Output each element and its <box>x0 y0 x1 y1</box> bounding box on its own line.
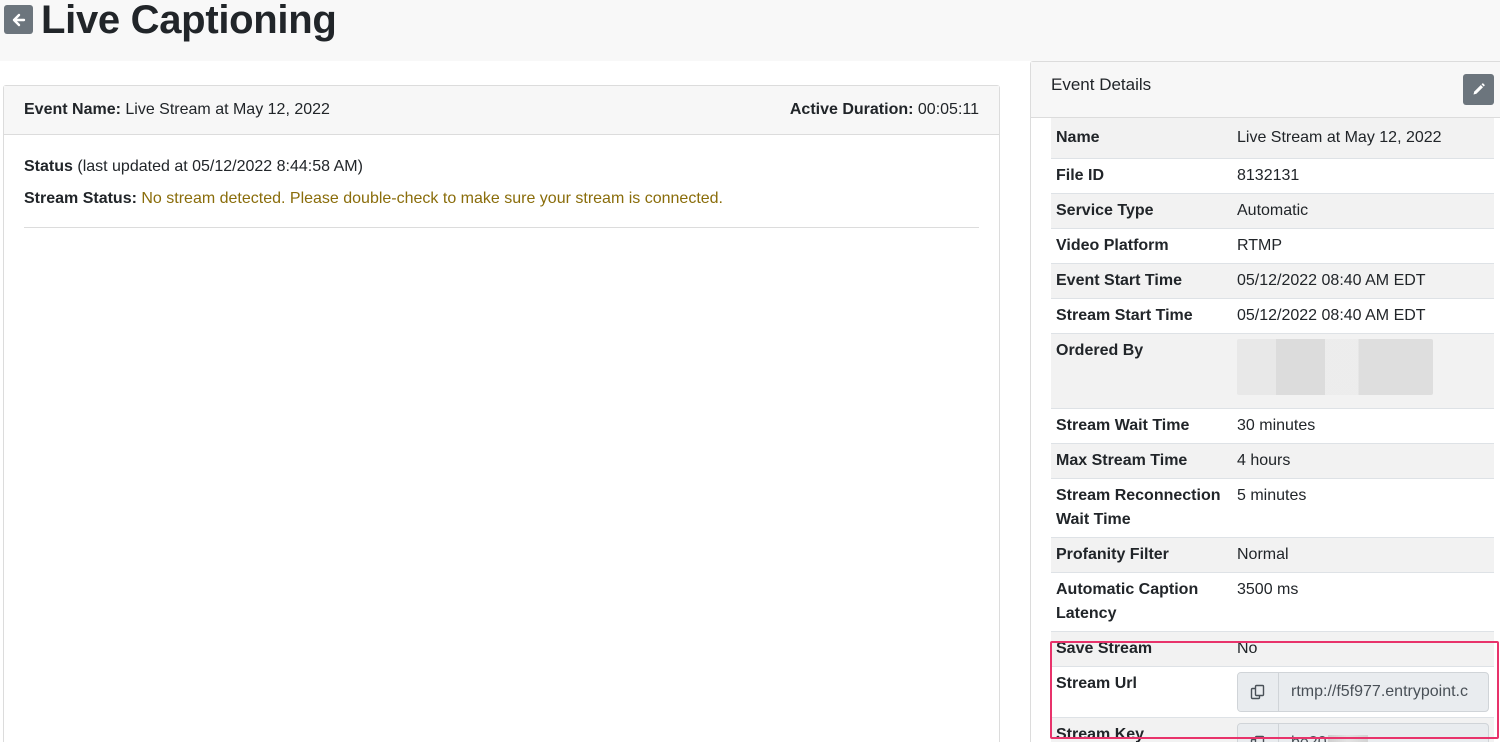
detail-label: Name <box>1051 118 1232 159</box>
detail-row-profanity-filter: Profanity Filter Normal <box>1051 537 1494 573</box>
event-details-title: Event Details <box>1051 75 1152 94</box>
detail-label: Automatic Caption Latency <box>1051 572 1232 632</box>
stream-url-input[interactable]: rtmp://f5f977.entrypoint.c <box>1279 673 1488 711</box>
detail-value: RTMP <box>1232 228 1494 264</box>
detail-value: 4 hours <box>1232 443 1494 479</box>
detail-row-ordered-by: Ordered By <box>1051 333 1494 409</box>
status-line: Status (last updated at 05/12/2022 8:44:… <box>24 155 979 179</box>
detail-value: 30 minutes <box>1232 408 1494 444</box>
detail-row-service-type: Service Type Automatic <box>1051 193 1494 229</box>
detail-label: Max Stream Time <box>1051 443 1232 479</box>
arrow-left-icon <box>12 13 25 26</box>
detail-label: Ordered By <box>1051 333 1232 409</box>
active-duration-label: Active Duration: <box>789 101 914 118</box>
detail-label: File ID <box>1051 158 1232 194</box>
stream-key-value: be20 <box>1291 734 1327 742</box>
event-status-header: Event Name: Live Stream at May 12, 2022 … <box>4 86 999 135</box>
stream-status-value: No stream detected. Please double-check … <box>141 190 723 207</box>
detail-value: Automatic <box>1232 193 1494 229</box>
detail-value: 5 minutes <box>1232 478 1494 538</box>
event-details-card: Event Details Name Live Stream at May 12… <box>1030 61 1500 742</box>
detail-value: 8132131 <box>1232 158 1494 194</box>
detail-row-automatic-caption-latency: Automatic Caption Latency 3500 ms <box>1051 572 1494 632</box>
detail-value: be20 <box>1232 717 1494 742</box>
event-name: Event Name: Live Stream at May 12, 2022 <box>24 101 330 119</box>
stream-key-label: Stream Key <box>1051 717 1232 742</box>
detail-label: Event Start Time <box>1051 263 1232 299</box>
event-status-body: Status (last updated at 05/12/2022 8:44:… <box>4 135 999 228</box>
detail-row-stream-start-time: Stream Start Time 05/12/2022 08:40 AM ED… <box>1051 298 1494 334</box>
detail-row-save-stream: Save Stream No <box>1051 631 1494 667</box>
detail-value: 3500 ms <box>1232 572 1494 632</box>
stream-key-input[interactable]: be20 <box>1279 724 1488 742</box>
page-header: Live Captioning <box>0 0 1500 61</box>
detail-label: Stream Wait Time <box>1051 408 1232 444</box>
stream-key-field: be20 <box>1237 723 1489 742</box>
detail-label: Stream Reconnection Wait Time <box>1051 478 1232 538</box>
event-name-label: Event Name: <box>24 101 121 118</box>
copy-stream-url-button[interactable] <box>1238 673 1279 711</box>
detail-row-max-stream-time: Max Stream Time 4 hours <box>1051 443 1494 479</box>
page-title: Live Captioning <box>41 0 337 42</box>
detail-value: Live Stream at May 12, 2022 <box>1232 118 1494 159</box>
detail-row-video-platform: Video Platform RTMP <box>1051 228 1494 264</box>
event-details-header: Event Details <box>1031 62 1500 118</box>
detail-label: Profanity Filter <box>1051 537 1232 573</box>
divider <box>24 227 979 228</box>
stream-status-label: Stream Status: <box>24 190 137 207</box>
detail-value <box>1232 333 1494 409</box>
stream-status-line: Stream Status: No stream detected. Pleas… <box>24 187 979 211</box>
redacted-key <box>1327 734 1368 742</box>
redacted-value <box>1237 339 1433 395</box>
status-label: Status <box>24 158 73 175</box>
detail-label: Video Platform <box>1051 228 1232 264</box>
back-button[interactable] <box>4 5 33 34</box>
active-duration: Active Duration: 00:05:11 <box>790 101 979 119</box>
detail-value: No <box>1232 631 1494 667</box>
copy-stream-key-button[interactable] <box>1238 724 1279 742</box>
event-name-value: Live Stream at May 12, 2022 <box>125 101 330 118</box>
stream-url-field: rtmp://f5f977.entrypoint.c <box>1237 672 1489 712</box>
active-duration-value: 00:05:11 <box>917 101 979 118</box>
copy-icon <box>1250 684 1265 700</box>
edit-button[interactable] <box>1463 74 1494 105</box>
detail-row-stream-key: Stream Key be20 <box>1051 717 1494 742</box>
detail-row-stream-reconnection-wait-time: Stream Reconnection Wait Time 5 minutes <box>1051 478 1494 538</box>
pencil-icon <box>1473 83 1485 95</box>
detail-label: Stream Start Time <box>1051 298 1232 334</box>
detail-value: rtmp://f5f977.entrypoint.c <box>1232 666 1494 718</box>
detail-value: 05/12/2022 08:40 AM EDT <box>1232 298 1494 334</box>
stream-url-label: Stream Url <box>1051 666 1232 718</box>
detail-value: Normal <box>1232 537 1494 573</box>
event-status-card: Event Name: Live Stream at May 12, 2022 … <box>3 85 1000 742</box>
detail-row-event-start-time: Event Start Time 05/12/2022 08:40 AM EDT <box>1051 263 1494 299</box>
detail-value: 05/12/2022 08:40 AM EDT <box>1232 263 1494 299</box>
detail-row-name: Name Live Stream at May 12, 2022 <box>1051 118 1494 159</box>
copy-icon <box>1250 735 1265 742</box>
detail-label: Service Type <box>1051 193 1232 229</box>
detail-row-file-id: File ID 8132131 <box>1051 158 1494 194</box>
event-details-table: Name Live Stream at May 12, 2022 File ID… <box>1051 118 1494 742</box>
status-updated: (last updated at 05/12/2022 8:44:58 AM) <box>77 158 363 175</box>
detail-label: Save Stream <box>1051 631 1232 667</box>
detail-row-stream-url: Stream Url rtmp://f5f977.entrypoint.c <box>1051 666 1494 718</box>
detail-row-stream-wait-time: Stream Wait Time 30 minutes <box>1051 408 1494 444</box>
